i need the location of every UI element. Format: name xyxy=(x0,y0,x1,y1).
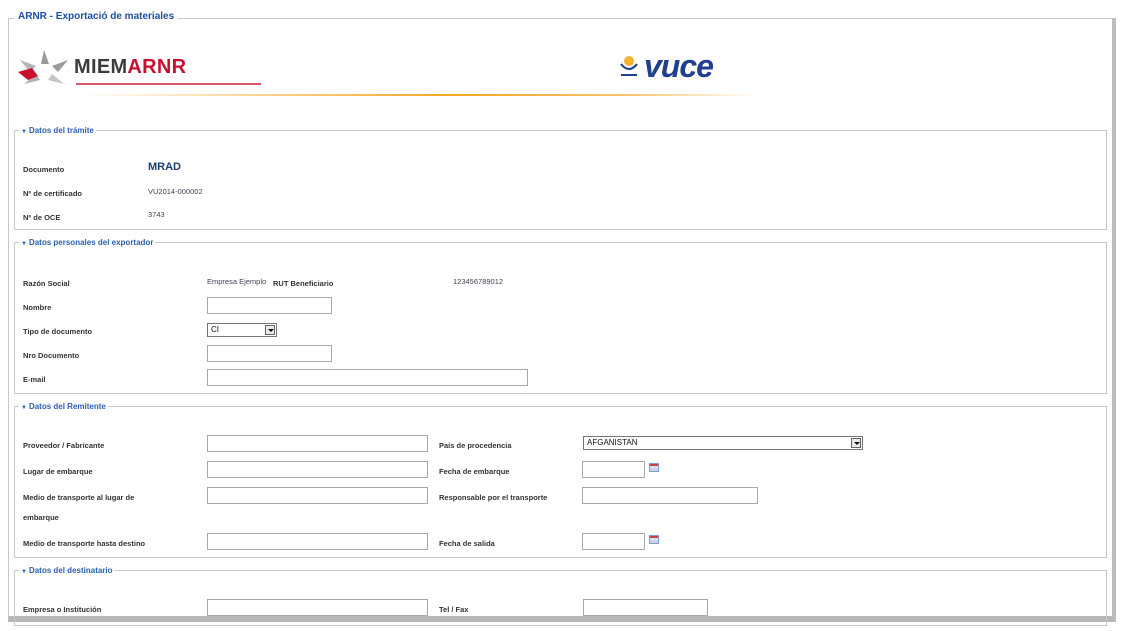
tel-fax-input[interactable] xyxy=(583,599,708,616)
section-datos-tramite: ▼ Datos del trámite Documento MRAD Nº de … xyxy=(14,126,1107,230)
collapse-arrow-icon: ▼ xyxy=(21,129,27,135)
fecha-embarque-input[interactable] xyxy=(582,461,645,478)
fecha-salida-input[interactable] xyxy=(582,533,645,550)
chevron-down-icon[interactable] xyxy=(851,438,861,448)
documento-value: MRAD xyxy=(148,161,181,173)
tel-fax-label: Tel / Fax xyxy=(439,605,469,614)
responsable-label: Responsable por el transporte xyxy=(439,493,548,502)
section-datos-exportador: ▼ Datos personales del exportador Razón S… xyxy=(14,238,1107,394)
medio-lugar-label-line1: Medio de transporte al lugar de xyxy=(23,493,135,502)
section-title: Datos del Remitente xyxy=(28,402,106,411)
tipo-documento-value: CI xyxy=(211,325,219,334)
fecha-salida-label: Fecha de salida xyxy=(439,539,495,548)
oce-value: 3743 xyxy=(148,210,165,219)
certificado-label: Nº de certificado xyxy=(23,189,83,198)
responsable-input[interactable] xyxy=(582,487,758,504)
section-datos-remitente: ▼ Datos del Remitente Proveedor / Fabrica… xyxy=(14,402,1107,558)
section-datos-destinatario: ▼ Datos del destinatario Empresa o Instit… xyxy=(14,566,1107,626)
calendar-icon[interactable] xyxy=(649,535,659,544)
collapse-arrow-icon: ▼ xyxy=(21,569,27,575)
razon-social-value: Empresa Ejemplo xyxy=(207,277,267,286)
pais-procedencia-label: País de procedencia xyxy=(439,441,512,450)
medio-destino-input[interactable] xyxy=(207,533,428,550)
section-title: Datos del trámite xyxy=(28,126,94,135)
section-title: Datos del destinatario xyxy=(28,566,113,575)
empresa-institucion-input[interactable] xyxy=(207,599,428,616)
medio-destino-label: Medio de transporte hasta destino xyxy=(23,539,146,548)
chevron-down-icon[interactable] xyxy=(265,325,275,335)
miem-wordmark-part1: MIEM xyxy=(74,56,128,78)
documento-label: Documento xyxy=(23,165,65,174)
rut-label: RUT Beneficiario xyxy=(273,279,334,288)
medio-lugar-input[interactable] xyxy=(207,487,428,504)
miem-arnr-logo: MIEMARNR xyxy=(18,48,278,94)
empresa-institucion-label: Empresa o Institución xyxy=(23,605,102,614)
app-title: ARNR - Exportació de materiales xyxy=(14,11,179,22)
collapse-arrow-icon: ▼ xyxy=(21,241,27,247)
pais-procedencia-value: AFGANISTAN xyxy=(587,438,638,447)
razon-social-label: Razón Social xyxy=(23,279,70,288)
miem-star-icon xyxy=(18,50,68,84)
miem-wordmark: MIEMARNR xyxy=(74,56,186,79)
pais-procedencia-select[interactable]: AFGANISTAN xyxy=(583,436,863,450)
nombre-label: Nombre xyxy=(23,303,52,312)
miem-wordmark-part2: ARNR xyxy=(127,56,187,78)
collapse-arrow-icon: ▼ xyxy=(21,405,27,411)
header: MIEMARNR vuce xyxy=(18,48,1098,104)
proveedor-label: Proveedor / Fabricante xyxy=(23,441,105,450)
nombre-input[interactable] xyxy=(207,297,332,314)
email-input[interactable] xyxy=(207,369,528,386)
vuce-wordmark: vuce xyxy=(644,48,714,84)
lugar-embarque-input[interactable] xyxy=(207,461,428,478)
vuce-logo: vuce xyxy=(614,48,744,94)
lugar-embarque-label: Lugar de embarque xyxy=(23,467,93,476)
proveedor-input[interactable] xyxy=(207,435,428,452)
uruguay-sun-icon xyxy=(620,56,638,76)
section-toggle-tramite[interactable]: ▼ Datos del trámite xyxy=(19,126,96,135)
fecha-embarque-label: Fecha de embarque xyxy=(439,467,510,476)
tipo-documento-select[interactable]: CI xyxy=(207,323,277,337)
section-toggle-destinatario[interactable]: ▼ Datos del destinatario xyxy=(19,566,115,575)
header-divider xyxy=(78,94,758,96)
certificado-value: VU2014-000002 xyxy=(148,187,203,196)
calendar-icon[interactable] xyxy=(649,463,659,472)
tipo-documento-label: Tipo de documento xyxy=(23,327,93,336)
nro-documento-label: Nro Documento xyxy=(23,351,80,360)
rut-value: 123456789012 xyxy=(453,277,504,286)
section-toggle-remitente[interactable]: ▼ Datos del Remitente xyxy=(19,402,108,411)
medio-lugar-label-line2: embarque xyxy=(23,513,59,522)
section-title: Datos personales del exportador xyxy=(28,238,154,247)
nro-documento-input[interactable] xyxy=(207,345,332,362)
miem-tagline xyxy=(76,83,261,85)
section-toggle-exportador[interactable]: ▼ Datos personales del exportador xyxy=(19,238,155,247)
email-label: E-mail xyxy=(23,375,46,384)
oce-label: Nº de OCE xyxy=(23,213,61,222)
